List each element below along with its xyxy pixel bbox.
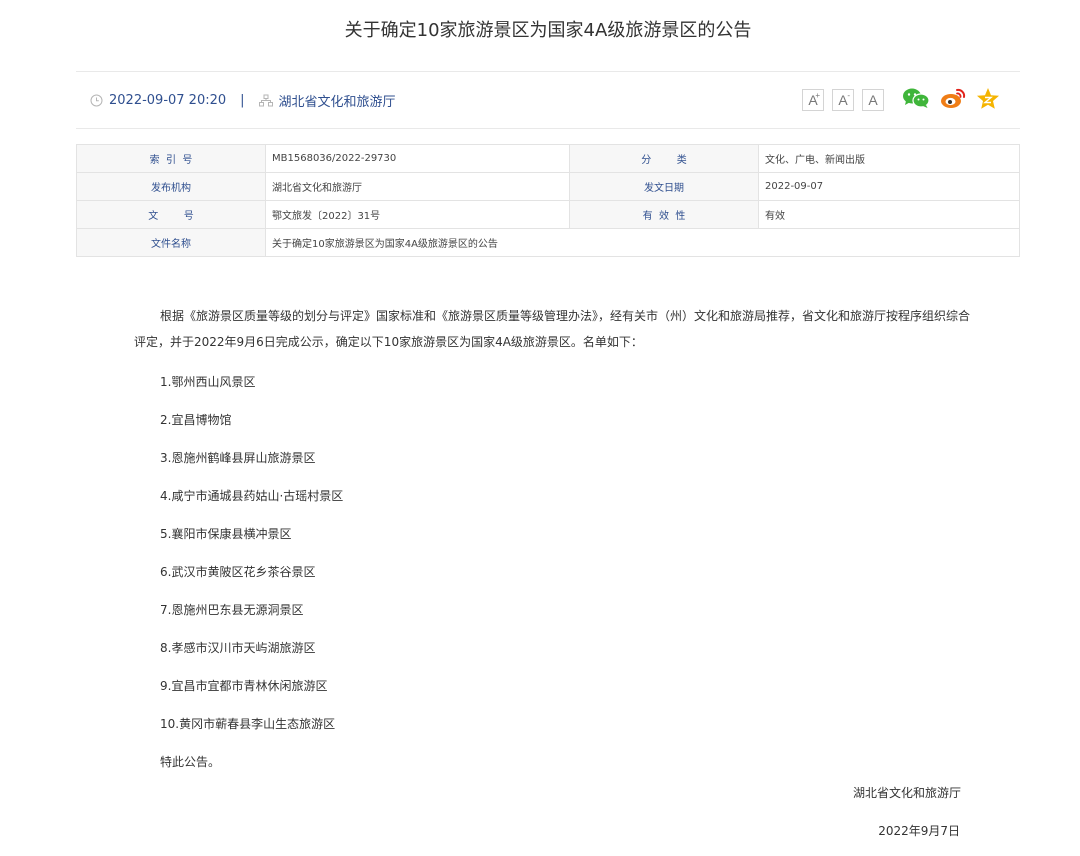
list-item: 2.宜昌博物馆 [160, 413, 232, 427]
filename-value: 关于确定10家旅游景区为国家4A级旅游景区的公告 [265, 228, 1020, 257]
issuer-label: 发布机构 [76, 172, 266, 201]
wechat-icon[interactable] [902, 87, 930, 113]
toolbar: A + A- A [802, 72, 1000, 128]
issuer-value: 湖北省文化和旅游厅 [265, 172, 570, 201]
closing-text: 特此公告。 [160, 755, 221, 769]
table-row: 文 号 鄂文旅发〔2022〕31号 有 效 性 有效 [76, 200, 1020, 229]
docno-label: 文 号 [76, 200, 266, 229]
validity-value: 有效 [758, 200, 1020, 229]
clock-icon [90, 94, 103, 107]
intro-paragraph: 根据《旅游景区质量等级的划分与评定》国家标准和《旅游景区质量等级管理办法》，经有… [134, 309, 971, 349]
category-value: 文化、广电、新闻出版 [758, 144, 1020, 173]
font-decrease-label: A [838, 92, 848, 108]
article-body: 根据《旅游景区质量等级的划分与评定》国家标准和《旅游景区质量等级管理办法》，经有… [134, 303, 970, 781]
page-title: 关于确定10家旅游景区为国家4A级旅游景区的公告 [344, 20, 752, 41]
weibo-icon[interactable] [940, 87, 966, 113]
list-item: 4.咸宁市通城县药姑山·古瑶村景区 [160, 489, 344, 503]
list-item: 7.恩施州巴东县无源洞景区 [160, 603, 304, 617]
font-increase-button[interactable]: A + [802, 89, 824, 111]
list-item: 8.孝感市汉川市天屿湖旅游区 [160, 641, 316, 655]
signature-date: 2022年9月7日 [878, 824, 960, 838]
index-value: MB1568036/2022-29730 [265, 144, 570, 173]
list-item: 9.宜昌市宜都市青林休闲旅游区 [160, 679, 328, 693]
signature-org: 湖北省文化和旅游厅 [852, 786, 961, 800]
font-reset-button[interactable]: A [862, 89, 884, 111]
document-info-table: 索 引 号 MB1568036/2022-29730 分 类 文化、广电、新闻出… [76, 144, 1020, 257]
favorite-icon[interactable] [976, 87, 1000, 114]
list-item: 5.襄阳市保康县横冲景区 [160, 527, 292, 541]
filename-label: 文件名称 [76, 228, 266, 257]
table-row: 索 引 号 MB1568036/2022-29730 分 类 文化、广电、新闻出… [76, 144, 1020, 173]
list-item: 1.鄂州西山风景区 [160, 375, 256, 389]
date-value: 2022-09-07 [758, 172, 1020, 201]
font-reset-label: A [868, 92, 878, 108]
table-row: 发布机构 湖北省文化和旅游厅 发文日期 2022-09-07 [76, 172, 1020, 201]
list-item: 10.黄冈市蕲春县李山生态旅游区 [160, 717, 336, 731]
publisher-org: 湖北省文化和旅游厅 [278, 94, 396, 110]
meta-bar: 2022-09-07 20:20 | 湖北省文化和旅游厅 A + A- A [76, 71, 1020, 129]
validity-label: 有 效 性 [569, 200, 759, 229]
font-increase-sup: + [815, 91, 820, 100]
list-item: 3.恩施州鹤峰县屏山旅游景区 [160, 451, 316, 465]
publish-date: 2022-09-07 20:20 [109, 92, 227, 108]
category-label: 分 类 [569, 144, 759, 173]
org-icon [258, 94, 273, 107]
font-decrease-button[interactable]: A- [832, 89, 854, 111]
font-decrease-sup: - [847, 91, 850, 100]
index-label: 索 引 号 [76, 144, 266, 173]
list-item: 6.武汉市黄陂区花乡茶谷景区 [160, 565, 316, 579]
date-label: 发文日期 [569, 172, 759, 201]
meta-separator: | [240, 92, 245, 108]
docno-value: 鄂文旅发〔2022〕31号 [265, 200, 570, 229]
table-row: 文件名称 关于确定10家旅游景区为国家4A级旅游景区的公告 [76, 228, 1020, 257]
meta-info: 2022-09-07 20:20 | 湖北省文化和旅游厅 [90, 72, 396, 128]
